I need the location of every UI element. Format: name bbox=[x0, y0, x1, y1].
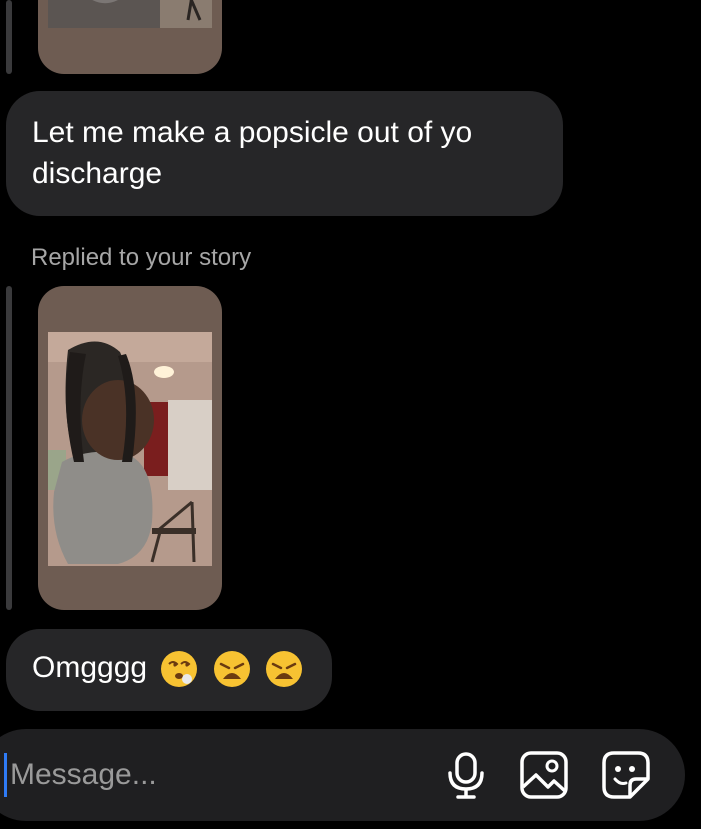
face-with-spiral-eyes-emoji bbox=[161, 651, 198, 688]
story-preview-thumbnail[interactable] bbox=[38, 286, 222, 610]
weary-face-emoji bbox=[266, 651, 303, 688]
microphone-icon[interactable] bbox=[440, 749, 492, 801]
image-icon[interactable] bbox=[518, 749, 570, 801]
message-bubble[interactable]: Let me make a popsicle out of yo dischar… bbox=[6, 91, 563, 216]
story-image bbox=[48, 332, 212, 566]
weary-face-emoji bbox=[213, 651, 250, 688]
message-text: Omgggg bbox=[32, 651, 148, 684]
message-text: Let me make a popsicle out of yo dischar… bbox=[32, 116, 473, 190]
message-composer bbox=[0, 729, 685, 821]
message-bubble[interactable]: Omgggg bbox=[6, 629, 332, 711]
reply-indicator-bar bbox=[6, 0, 12, 74]
story-preview-thumbnail[interactable] bbox=[38, 0, 222, 74]
sticker-icon[interactable] bbox=[600, 749, 652, 801]
reply-indicator-bar bbox=[6, 286, 12, 610]
replied-to-story-label: Replied to your story bbox=[31, 244, 252, 271]
message-input[interactable] bbox=[10, 751, 390, 799]
text-caret bbox=[4, 753, 7, 797]
